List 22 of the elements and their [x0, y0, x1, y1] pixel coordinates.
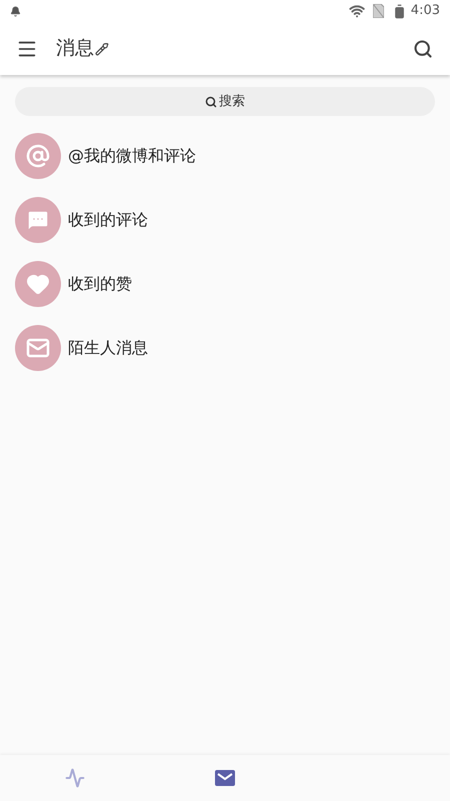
status-time: 4:03 — [410, 2, 440, 20]
category-label: @我的微博和评论 — [68, 145, 196, 167]
wifi-icon — [348, 3, 365, 19]
at-icon — [26, 144, 50, 168]
no-sim-icon — [372, 4, 384, 18]
mail-icon — [215, 770, 235, 786]
mail-icon — [26, 336, 50, 360]
search-button[interactable] — [412, 38, 434, 60]
message-category-item[interactable]: 收到的赞 — [15, 261, 435, 307]
heart-icon — [26, 272, 50, 296]
brush-icon[interactable] — [95, 42, 109, 56]
message-category-item[interactable]: 陌生人消息 — [15, 325, 435, 371]
message-category-item[interactable]: @我的微博和评论 — [15, 133, 435, 179]
category-label: 收到的评论 — [68, 209, 148, 231]
page-title: 消息 — [56, 36, 94, 62]
trend-icon — [65, 768, 85, 788]
search-field[interactable]: 搜索 — [15, 87, 435, 116]
notification-icon — [10, 6, 21, 16]
message-category-item[interactable]: 收到的评论 — [15, 197, 435, 243]
category-label: 陌生人消息 — [68, 337, 148, 359]
category-label: 收到的赞 — [68, 273, 132, 295]
search-icon — [205, 96, 217, 108]
